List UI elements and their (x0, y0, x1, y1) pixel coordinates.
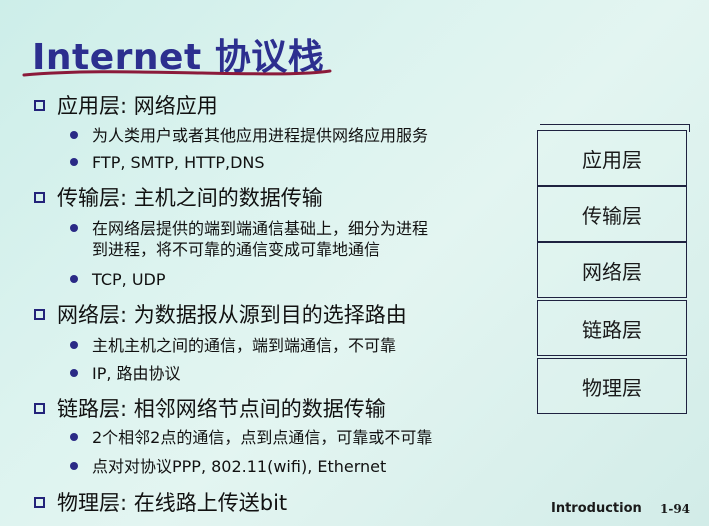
square-bullet-icon (34, 99, 45, 111)
round-bullet-icon (70, 275, 78, 283)
section-heading: 网络层: 为数据报从源到目的选择路由 (57, 303, 407, 327)
bullet-text: TCP, UDP (92, 270, 166, 289)
square-bullet-icon (34, 191, 45, 203)
underline-stroke (22, 69, 332, 77)
bullet-item: FTP, SMTP, HTTP,DNS (70, 152, 265, 173)
round-bullet-icon (70, 433, 78, 441)
round-bullet-icon (70, 158, 78, 166)
bullet-text: 主机主机之间的通信，端到端通信，不可靠 (92, 336, 397, 355)
title-underline (22, 69, 332, 77)
section-application: 应用层: 网络应用 (34, 90, 218, 120)
round-bullet-icon (70, 224, 78, 232)
bullet-item: 2个相邻2点的通信，点到点通信，可靠或不可靠 (70, 427, 432, 448)
bullet-text: 2个相邻2点的通信，点到点通信，可靠或不可靠 (92, 428, 433, 447)
section-physical: 物理层: 在线路上传送bit (34, 487, 287, 517)
stack-layer-transport: 传输层 (537, 186, 687, 242)
stack-layer-link: 链路层 (537, 300, 687, 356)
section-heading: 物理层: 在线路上传送bit (57, 491, 288, 515)
bullet-text: IP, 路由协议 (92, 364, 181, 383)
footer-label: Introduction (551, 501, 642, 516)
bullet-text: 点对对协议PPP, 802.11(wifi), Ethernet (92, 457, 387, 476)
page-number: 1-94 (660, 502, 691, 516)
round-bullet-icon (70, 341, 78, 349)
round-bullet-icon (70, 131, 78, 139)
square-bullet-icon (34, 308, 45, 320)
section-network: 网络层: 为数据报从源到目的选择路由 (34, 299, 407, 329)
stack-layer-application: 应用层 (537, 130, 687, 186)
bullet-text: FTP, SMTP, HTTP,DNS (92, 153, 265, 172)
section-heading: 应用层: 网络应用 (57, 94, 218, 118)
section-heading: 链路层: 相邻网络节点间的数据传输 (57, 397, 386, 421)
bullet-item: 主机主机之间的通信，端到端通信，不可靠 (70, 335, 396, 356)
square-bullet-icon (34, 402, 45, 414)
bullet-item: TCP, UDP (70, 269, 166, 290)
bullet-item: 在网络层提供的端到端通信基础上，细分为进程 到进程，将不可靠的通信变成可靠地通信 (70, 218, 428, 260)
round-bullet-icon (70, 369, 78, 377)
bullet-item: IP, 路由协议 (70, 363, 181, 384)
section-link: 链路层: 相邻网络节点间的数据传输 (34, 393, 386, 423)
round-bullet-icon (70, 462, 78, 470)
stack-layer-network: 网络层 (537, 242, 687, 298)
stack-layer-physical: 物理层 (537, 358, 687, 414)
square-bullet-icon (34, 496, 45, 508)
bullet-item: 点对对协议PPP, 802.11(wifi), Ethernet (70, 456, 386, 477)
section-heading: 传输层: 主机之间的数据传输 (57, 186, 323, 210)
bullet-text-multiline: 在网络层提供的端到端通信基础上，细分为进程 到进程，将不可靠的通信变成可靠地通信 (92, 219, 429, 259)
bullet-text: 为人类用户或者其他应用进程提供网络应用服务 (92, 126, 429, 145)
section-transport: 传输层: 主机之间的数据传输 (34, 182, 323, 212)
bullet-item: 为人类用户或者其他应用进程提供网络应用服务 (70, 125, 428, 146)
